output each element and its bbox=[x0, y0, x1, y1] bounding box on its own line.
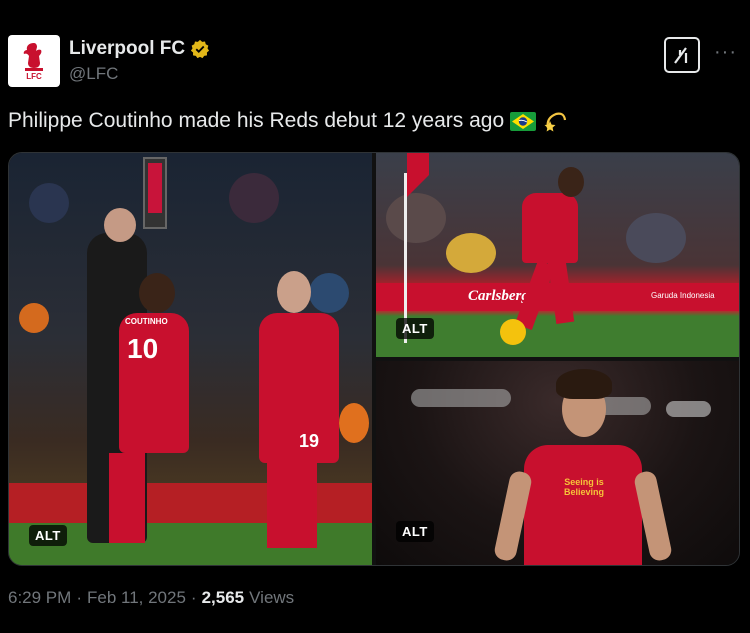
crowd-shape bbox=[446, 233, 496, 273]
ad-board-carlsberg: Carlsberg bbox=[468, 288, 529, 304]
dizzy-star-icon bbox=[544, 112, 567, 132]
tweet-text-content: Philippe Coutinho made his Reds debut 12… bbox=[8, 109, 505, 132]
crowd-shape bbox=[29, 183, 69, 223]
shirt-number-10: 10 bbox=[127, 333, 159, 364]
crowd-shape bbox=[19, 303, 49, 333]
meta-separator: · bbox=[76, 588, 82, 607]
football bbox=[500, 319, 526, 345]
grok-button[interactable] bbox=[664, 37, 700, 73]
tweet-text: Philippe Coutinho made his Reds debut 12… bbox=[8, 106, 568, 136]
player-coutinho-figure: 10 COUTINHO bbox=[119, 313, 189, 453]
player-downing-legs bbox=[267, 463, 317, 548]
media-grid[interactable]: 10 COUTINHO 19 ALT Carlsberg Garuda Indo… bbox=[8, 152, 740, 566]
avatar[interactable]: LFC bbox=[8, 35, 60, 87]
player-coutinho-figure bbox=[522, 193, 578, 263]
handle[interactable]: @LFC bbox=[69, 64, 210, 84]
verified-badge-icon[interactable] bbox=[190, 39, 210, 59]
alt-badge[interactable]: ALT bbox=[396, 318, 434, 339]
player-coutinho-head bbox=[139, 273, 175, 313]
photo-substitution[interactable]: 10 COUTINHO 19 ALT bbox=[9, 153, 372, 565]
meta-separator: · bbox=[190, 588, 197, 607]
player-coutinho-figure: Seeing is Believing bbox=[524, 445, 642, 565]
player-coutinho-head bbox=[558, 167, 584, 197]
alt-badge[interactable]: ALT bbox=[396, 521, 434, 542]
ad-board bbox=[9, 483, 372, 523]
substitution-board-display bbox=[148, 163, 162, 213]
sponsor-tagline: Seeing is Believing bbox=[563, 477, 604, 497]
grok-icon bbox=[674, 47, 688, 64]
display-name-text[interactable]: Liverpool FC bbox=[69, 37, 185, 61]
stadium-light bbox=[411, 389, 511, 407]
tweet-date[interactable]: Feb 11, 2025 bbox=[87, 588, 186, 608]
views-label: Views bbox=[249, 588, 295, 607]
photo-corner-kick[interactable]: Carlsberg Garuda Indonesia ALT bbox=[376, 153, 739, 357]
corner-flag bbox=[407, 153, 429, 197]
player-coutinho-hair bbox=[556, 369, 612, 399]
shirt-name-coutinho: COUTINHO bbox=[125, 317, 168, 326]
crowd-shape bbox=[339, 403, 369, 443]
player-downing-figure: 19 bbox=[259, 313, 339, 463]
tweet-meta: 6:29 PM · Feb 11, 2025 · 2,565 Views bbox=[8, 588, 294, 608]
ad-board-garuda: Garuda Indonesia bbox=[651, 291, 715, 300]
tweet-time[interactable]: 6:29 PM bbox=[8, 588, 71, 608]
name-block: Liverpool FC @LFC bbox=[69, 37, 210, 84]
alt-badge[interactable]: ALT bbox=[29, 525, 67, 546]
stadium-light bbox=[666, 401, 711, 417]
display-name[interactable]: Liverpool FC bbox=[69, 37, 210, 61]
photo-portrait[interactable]: Seeing is Believing ALT bbox=[376, 361, 739, 565]
crowd-shape bbox=[626, 213, 686, 263]
tweet-header: LFC Liverpool FC @LFC ··· bbox=[8, 35, 742, 91]
liverbird-logo-icon bbox=[23, 43, 43, 71]
player-downing-head bbox=[277, 271, 311, 313]
player-coutinho-legs bbox=[109, 453, 145, 543]
substitution-board bbox=[143, 157, 167, 229]
shirt-number-19: 19 bbox=[299, 431, 320, 451]
crowd-shape bbox=[229, 173, 279, 223]
brazil-flag-icon bbox=[510, 111, 537, 131]
more-options-icon[interactable]: ··· bbox=[714, 41, 737, 64]
avatar-text: LFC bbox=[26, 72, 42, 81]
crowd-shape bbox=[309, 273, 349, 313]
views-count[interactable]: 2,565 bbox=[202, 588, 245, 608]
official-head bbox=[104, 208, 136, 242]
crowd-shape bbox=[386, 193, 446, 243]
